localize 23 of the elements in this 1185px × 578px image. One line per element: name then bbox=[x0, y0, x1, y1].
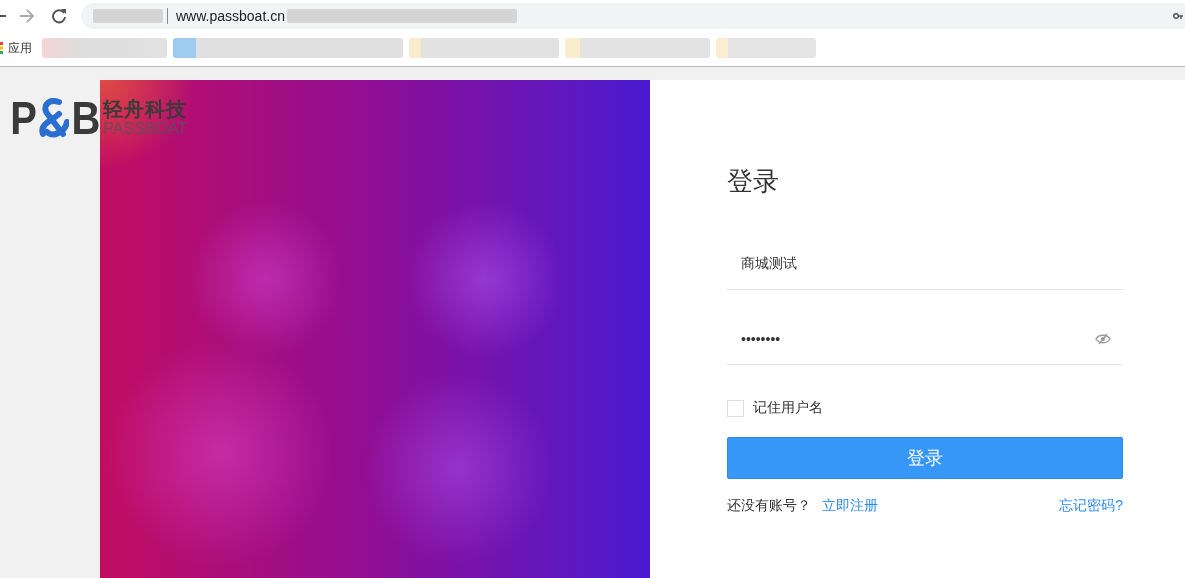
forgot-password-link[interactable]: 忘记密码? bbox=[1059, 497, 1123, 515]
address-bar[interactable]: www.passboat.cn bbox=[81, 3, 1185, 29]
login-title: 登录 bbox=[727, 165, 780, 198]
signup-link[interactable]: 立即注册 bbox=[822, 497, 878, 515]
eye-hidden-icon[interactable] bbox=[1095, 333, 1111, 345]
url-text: www.passboat.cn bbox=[176, 8, 285, 24]
forward-icon[interactable] bbox=[19, 9, 35, 23]
blurred-text bbox=[93, 9, 163, 23]
apps-label[interactable]: 应用 bbox=[8, 39, 32, 57]
key-icon[interactable] bbox=[1173, 12, 1183, 20]
brand-subtitle: PASSBOAT bbox=[103, 120, 188, 138]
remember-checkbox[interactable] bbox=[727, 399, 744, 417]
password-field[interactable]: •••••••• bbox=[727, 314, 1123, 365]
remember-label: 记住用户名 bbox=[753, 399, 823, 417]
brand-name: 轻舟科技 bbox=[103, 98, 188, 120]
logo-letter: P bbox=[10, 96, 37, 140]
signup-prompt: 还没有账号？ bbox=[727, 497, 811, 515]
username-field[interactable]: 商城测试 bbox=[727, 239, 1123, 290]
logo-letter: B bbox=[71, 96, 101, 140]
ribbon-ampersand-icon bbox=[39, 98, 70, 138]
reload-icon[interactable] bbox=[51, 8, 67, 24]
apps-icon[interactable] bbox=[0, 42, 4, 54]
blurred-bookmark[interactable] bbox=[173, 38, 403, 58]
